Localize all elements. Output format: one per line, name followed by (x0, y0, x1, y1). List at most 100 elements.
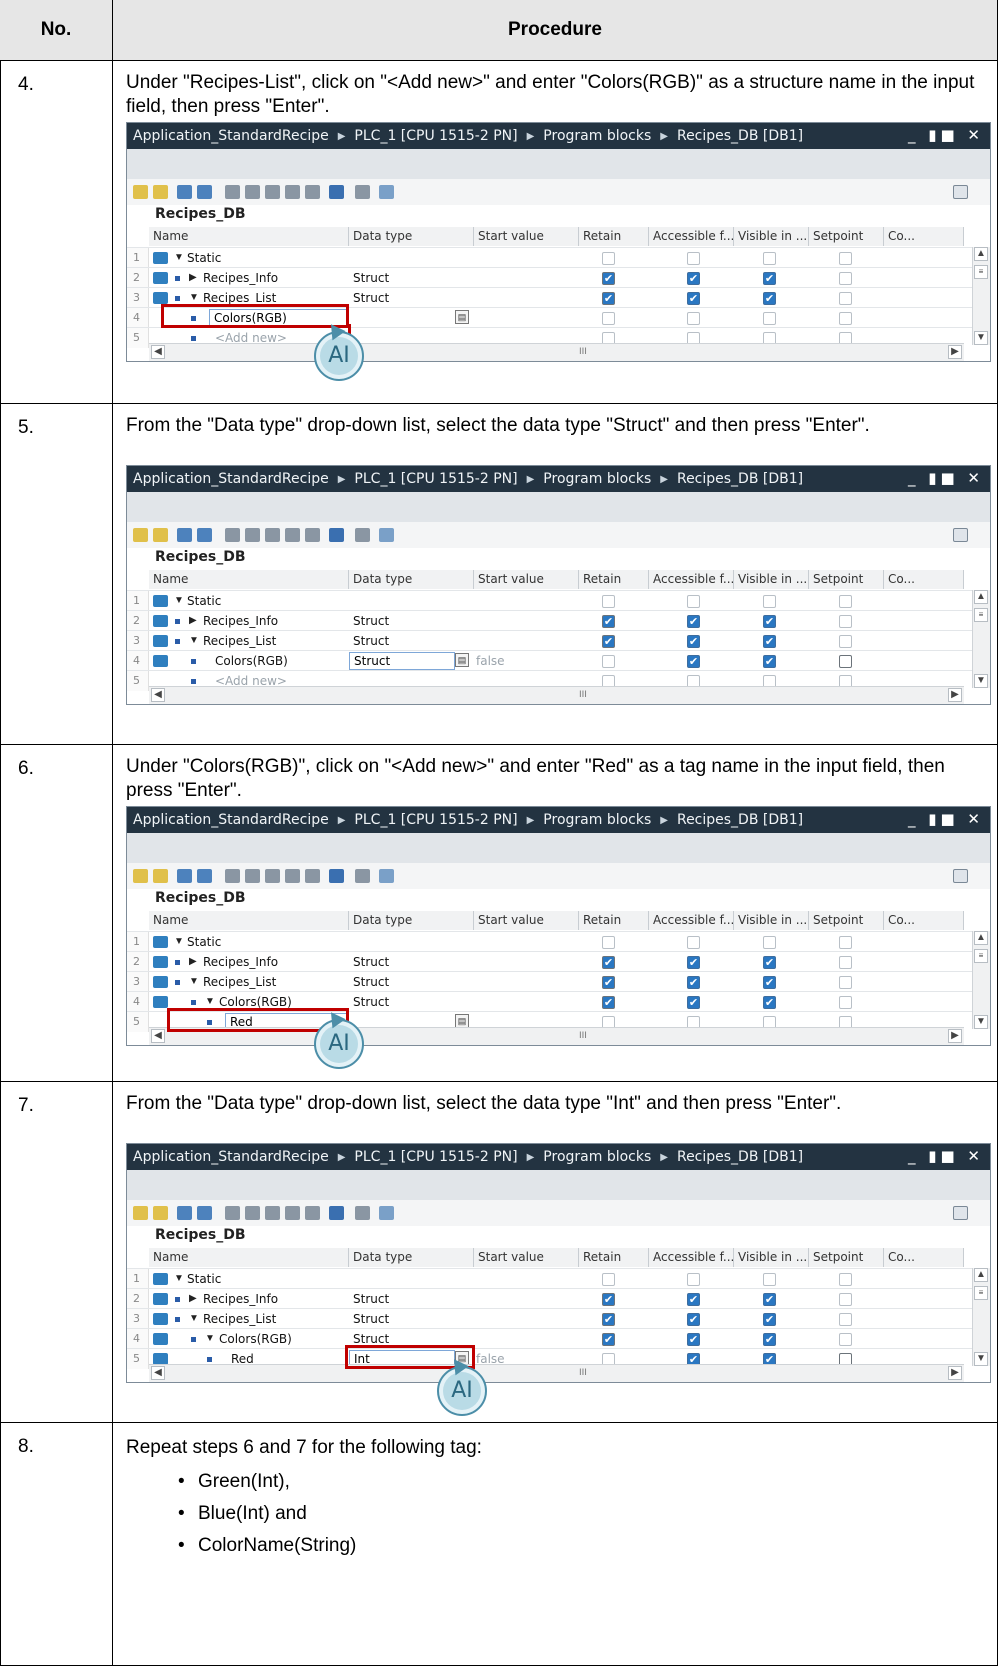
window-controls[interactable]: _ ▮■ ✕ (908, 1147, 984, 1165)
chevron-down-icon[interactable]: ▼ (174, 932, 184, 952)
add-row-icon[interactable] (133, 528, 148, 542)
checkbox[interactable] (763, 595, 776, 608)
column-header[interactable]: Accessible f... (649, 1248, 734, 1267)
tag-name[interactable]: Recipes_Info (203, 952, 278, 972)
scroll-left-icon[interactable]: ◀ (151, 1366, 165, 1380)
breadcrumb-item[interactable]: PLC_1 [CPU 1515-2 PN] (354, 471, 517, 487)
breadcrumb-item[interactable]: Program blocks (543, 812, 651, 828)
add-row-icon[interactable] (133, 1206, 148, 1220)
checkbox[interactable]: ✔ (687, 996, 700, 1009)
data-type[interactable]: Struct (353, 268, 389, 288)
checkbox[interactable]: ✔ (602, 615, 615, 628)
expand-icon[interactable] (177, 1206, 192, 1220)
monitor-icon[interactable] (379, 528, 394, 542)
checkbox[interactable] (839, 1333, 852, 1346)
scroll-grip[interactable]: III (579, 1363, 587, 1382)
chevron-right-icon[interactable]: ▶ (189, 1289, 197, 1309)
scroll-left-icon[interactable]: ◀ (151, 1029, 165, 1043)
data-type[interactable]: Struct (353, 288, 389, 308)
window-controls[interactable]: _ ▮■ ✕ (908, 126, 984, 144)
checkbox[interactable] (687, 312, 700, 325)
checkbox[interactable]: ✔ (763, 976, 776, 989)
scroll-right-icon[interactable]: ▶ (948, 1029, 962, 1043)
checkbox[interactable] (763, 312, 776, 325)
scroll-down-icon[interactable]: ▼ (974, 1352, 988, 1366)
scroll-thumb[interactable]: ≡ (974, 265, 988, 279)
scroll-left-icon[interactable]: ◀ (151, 688, 165, 702)
vertical-scrollbar[interactable]: ▲ ≡ ▼ (972, 1268, 990, 1366)
table-row[interactable]: 1 ▼ Static (127, 1268, 990, 1289)
breadcrumb-item[interactable]: Program blocks (543, 1149, 651, 1165)
checkbox[interactable]: ✔ (687, 635, 700, 648)
checkbox[interactable] (687, 595, 700, 608)
snapshot-icon[interactable] (225, 869, 240, 883)
reset-icon[interactable] (305, 869, 320, 883)
column-header[interactable]: Accessible f... (649, 227, 734, 246)
tree-view-icon[interactable] (329, 185, 344, 199)
dropdown-icon[interactable]: ▤ (455, 310, 469, 324)
checkbox[interactable] (839, 956, 852, 969)
breadcrumb-item[interactable]: PLC_1 [CPU 1515-2 PN] (354, 812, 517, 828)
tag-name[interactable]: Static (187, 932, 221, 952)
checkbox[interactable]: ✔ (687, 956, 700, 969)
chevron-down-icon[interactable]: ▼ (205, 1329, 215, 1349)
table-row[interactable]: 1 ▼ Static (127, 590, 990, 611)
column-header[interactable]: Visible in ... (734, 227, 809, 246)
checkbox[interactable]: ✔ (602, 1293, 615, 1306)
breadcrumb-item[interactable]: Application_StandardRecipe (133, 471, 329, 487)
column-header[interactable]: Co... (884, 227, 964, 246)
breadcrumb-item[interactable]: Application_StandardRecipe (133, 128, 329, 144)
load-icon[interactable] (265, 869, 280, 883)
chevron-right-icon[interactable]: ▶ (189, 611, 197, 631)
scroll-down-icon[interactable]: ▼ (974, 331, 988, 345)
column-header[interactable]: Data type (349, 911, 474, 930)
tag-name[interactable]: Recipes_List (203, 972, 276, 992)
set-start-icon[interactable] (285, 185, 300, 199)
data-type[interactable]: Struct (353, 631, 389, 651)
set-start-icon[interactable] (285, 528, 300, 542)
column-header[interactable]: Co... (884, 911, 964, 930)
copy-snapshot-icon[interactable] (245, 869, 260, 883)
column-header[interactable]: Visible in ... (734, 570, 809, 589)
checkbox[interactable]: ✔ (687, 272, 700, 285)
column-header[interactable]: Setpoint (809, 227, 884, 246)
add-row-icon[interactable] (133, 869, 148, 883)
tree-view-icon[interactable] (329, 1206, 344, 1220)
table-row[interactable]: 4 ▼ Colors(RGB) Struct ✔ ✔ ✔ (127, 1328, 990, 1349)
scroll-thumb[interactable]: ≡ (974, 949, 988, 963)
set-start-icon[interactable] (285, 869, 300, 883)
overview-icon[interactable] (953, 185, 968, 199)
checkbox[interactable] (602, 312, 615, 325)
data-type[interactable]: Struct (353, 1289, 389, 1309)
reset-icon[interactable] (305, 1206, 320, 1220)
checkbox[interactable]: ✔ (602, 996, 615, 1009)
checkbox[interactable]: ✔ (602, 956, 615, 969)
checkbox[interactable] (763, 936, 776, 949)
collapse-icon[interactable] (197, 185, 212, 199)
collapse-icon[interactable] (197, 528, 212, 542)
checkbox[interactable]: ✔ (602, 292, 615, 305)
column-header[interactable]: Name (149, 227, 349, 246)
tree-view-icon[interactable] (329, 869, 344, 883)
chevron-down-icon[interactable]: ▼ (174, 248, 184, 268)
tag-name[interactable]: Recipes_Info (203, 611, 278, 631)
checkbox[interactable]: ✔ (763, 635, 776, 648)
checkbox[interactable]: ✔ (763, 956, 776, 969)
copy-snapshot-icon[interactable] (245, 185, 260, 199)
table-row[interactable]: 4 Colors(RGB) Struct ▤ false ✔ ✔ (127, 650, 990, 671)
checkbox[interactable]: ✔ (687, 1293, 700, 1306)
collapse-icon[interactable] (197, 1206, 212, 1220)
column-header[interactable]: Visible in ... (734, 911, 809, 930)
keep-actual-icon[interactable] (355, 528, 370, 542)
column-header[interactable]: Co... (884, 570, 964, 589)
scroll-up-icon[interactable]: ▲ (974, 590, 988, 604)
checkbox[interactable]: ✔ (763, 1293, 776, 1306)
checkbox[interactable] (839, 976, 852, 989)
tag-name[interactable]: Colors(RGB) (219, 1329, 292, 1349)
scroll-thumb[interactable]: ≡ (974, 1286, 988, 1300)
monitor-icon[interactable] (379, 1206, 394, 1220)
checkbox[interactable] (839, 252, 852, 265)
scroll-right-icon[interactable]: ▶ (948, 688, 962, 702)
column-header[interactable]: Retain (579, 227, 649, 246)
table-row[interactable]: 3 ▼ Recipes_List Struct ✔ ✔ ✔ (127, 1308, 990, 1329)
